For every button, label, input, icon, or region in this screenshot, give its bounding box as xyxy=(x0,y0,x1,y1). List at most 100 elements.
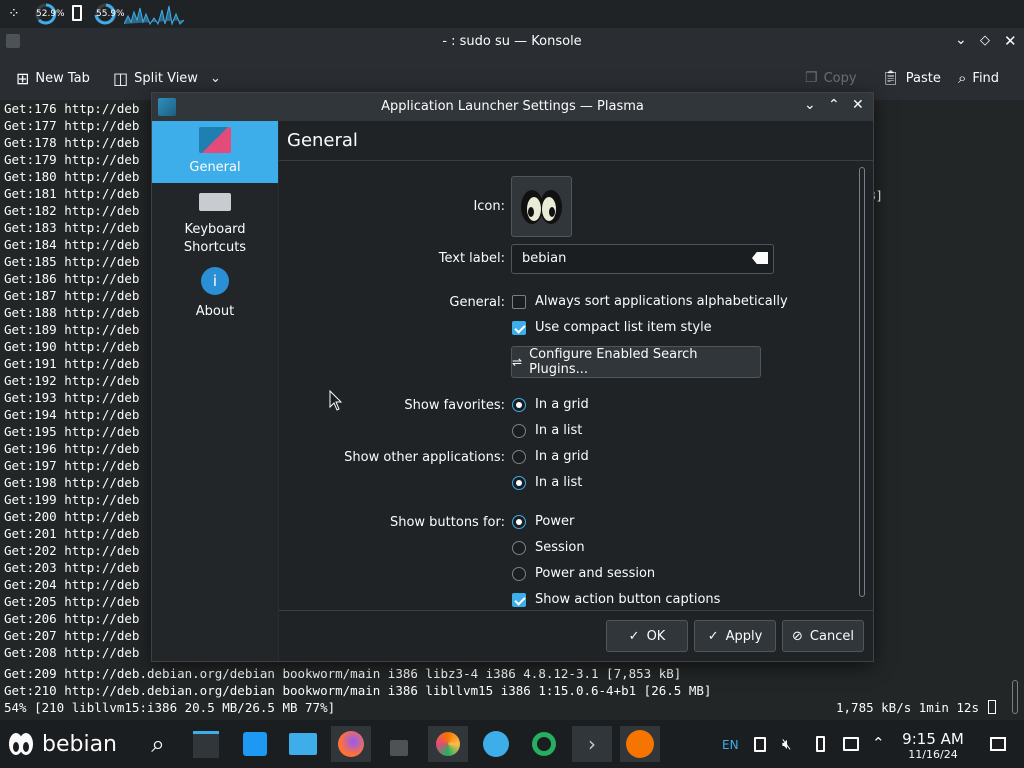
terminal-line: Get:196 http://deb xyxy=(4,441,140,456)
network-icon[interactable] xyxy=(843,737,859,751)
find-label: Find xyxy=(972,70,1000,86)
memory-monitor[interactable]: 55.9% xyxy=(92,3,125,25)
file-manager-task[interactable] xyxy=(283,726,323,762)
page-header-divider xyxy=(279,160,873,161)
paste-button[interactable]: 📋︎ Paste xyxy=(882,56,941,100)
application-launcher[interactable]: bebian xyxy=(6,726,117,762)
terminal-line: Get:204 http://deb xyxy=(4,577,140,592)
terminal-line: Get:183 http://deb xyxy=(4,220,140,235)
terminal-line: Get:176 http://deb xyxy=(4,101,140,116)
firefox-task[interactable] xyxy=(331,726,371,762)
sidebar-item-general[interactable]: General xyxy=(152,121,278,183)
buttons-power-radio[interactable]: Power xyxy=(512,514,574,529)
discover-task[interactable] xyxy=(235,726,275,762)
icon-label: Icon: xyxy=(473,199,505,214)
sort-alpha-checkbox[interactable]: Always sort applications alphabetically xyxy=(512,294,788,309)
clipboard-icon[interactable] xyxy=(754,737,766,752)
progress-left: 54% [210 libllvm15:i386 20.5 MB/26.5 MB … xyxy=(4,700,336,715)
buttons-power-session-radio[interactable]: Power and session xyxy=(512,566,655,581)
sidebar-item-label: Keyboard Shortcuts xyxy=(183,222,247,255)
search-icon: ⌕ xyxy=(958,69,967,87)
minimize-icon[interactable]: ⌄ xyxy=(804,97,816,113)
icon-button[interactable] xyxy=(511,176,572,237)
dialog-titlebar[interactable]: Application Launcher Settings — Plasma ⌄… xyxy=(152,93,873,121)
settings-icon xyxy=(193,730,219,758)
search-task[interactable]: ⌕ xyxy=(138,726,178,762)
split-view-icon: ◫ xyxy=(113,68,129,88)
check-icon: ✓ xyxy=(707,628,719,644)
copy-label: Copy xyxy=(823,70,857,86)
favorites-grid-radio[interactable]: In a grid xyxy=(512,397,589,412)
memory-percent: 55.9% xyxy=(96,9,125,19)
maximize-icon[interactable]: ◇ xyxy=(980,33,990,48)
paint-icon xyxy=(436,732,460,756)
radio-circle xyxy=(512,423,526,438)
copy-icon: ❐ xyxy=(805,70,818,86)
content-scrollbar[interactable] xyxy=(859,167,865,597)
cancel-button[interactable]: ⊘ Cancel xyxy=(782,620,864,652)
favorites-list-label: In a list xyxy=(535,423,583,438)
show-captions-checkbox[interactable]: Show action button captions xyxy=(512,592,720,607)
terminal-line: Get:184 http://deb xyxy=(4,237,140,252)
keyboard-layout[interactable]: EN xyxy=(722,738,739,752)
battery-icon[interactable] xyxy=(816,736,825,752)
compact-list-checkbox[interactable]: Use compact list item style xyxy=(512,320,712,335)
minimize-icon[interactable]: ⌄ xyxy=(955,32,967,48)
favorites-list-radio[interactable]: In a list xyxy=(512,423,582,438)
terminal-line-210: Get:210 http://deb.debian.org/debian boo… xyxy=(4,683,712,698)
ok-button[interactable]: ✓ OK xyxy=(606,620,688,652)
sidebar-item-keyboard-shortcuts[interactable]: Keyboard Shortcuts xyxy=(152,189,278,261)
updates-task[interactable] xyxy=(524,726,564,762)
radio-circle xyxy=(512,449,526,464)
konsole-titlebar[interactable]: - : sudo su — Konsole ⌄ ◇ ✕ xyxy=(0,28,1024,56)
terminal-line: Get:207 http://deb xyxy=(4,628,140,643)
konsole-task[interactable]: › xyxy=(572,726,612,762)
clock-time[interactable]: 9:15 AM xyxy=(900,730,966,748)
terminal-line: Get:206 http://deb xyxy=(4,611,140,626)
buttons-session-radio[interactable]: Session xyxy=(512,540,585,555)
maximize-icon[interactable]: ⌃ xyxy=(828,97,840,113)
find-button[interactable]: ⌕ Find xyxy=(958,56,999,100)
bebian-logo-icon xyxy=(521,190,562,224)
cpu-monitor[interactable]: 52.9% xyxy=(32,3,65,25)
sidebar-item-about[interactable]: i About xyxy=(152,267,278,323)
other-grid-radio[interactable]: In a grid xyxy=(512,449,589,464)
other-list-radio[interactable]: In a list xyxy=(512,475,582,490)
lock-icon xyxy=(390,740,408,756)
volume-muted-icon[interactable]: 🔇︎ xyxy=(782,735,791,753)
terminal-line: Get:191 http://deb xyxy=(4,356,140,371)
app-task[interactable] xyxy=(620,726,660,762)
show-favorites-label: Show favorites: xyxy=(404,398,505,413)
new-tab-icon: ⊞ xyxy=(16,68,30,88)
spinner-icon[interactable]: ⁘ xyxy=(8,6,20,22)
browser-task[interactable] xyxy=(476,726,516,762)
paste-icon: 📋︎ xyxy=(882,70,900,86)
configure-icon: ⇌ xyxy=(512,355,523,369)
clear-text-icon[interactable] xyxy=(752,252,768,264)
show-desktop-icon[interactable] xyxy=(990,737,1006,751)
paint-task[interactable] xyxy=(428,726,468,762)
cpu-percent: 52.9% xyxy=(36,9,65,19)
text-label-input[interactable]: bebian xyxy=(511,244,774,274)
new-tab-button[interactable]: ⊞ New Tab xyxy=(16,56,90,100)
general-label: General: xyxy=(449,295,505,310)
terminal-line: Get:181 http://deb xyxy=(4,186,140,201)
terminal-scrollbar[interactable] xyxy=(1012,680,1018,714)
memory-icon[interactable] xyxy=(72,5,82,21)
dialog-title: Application Launcher Settings — Plasma xyxy=(381,99,644,114)
terminal-line: Get:188 http://deb xyxy=(4,305,140,320)
checkbox-box xyxy=(512,592,526,607)
chevron-up-icon[interactable]: ⌃ xyxy=(872,734,885,752)
close-icon[interactable]: ✕ xyxy=(1004,32,1017,50)
configure-plugins-button[interactable]: ⇌ Configure Enabled Search Plugins... xyxy=(511,346,761,378)
check-icon: ✓ xyxy=(628,628,640,644)
apply-button[interactable]: ✓ Apply xyxy=(694,620,776,652)
system-settings-task[interactable] xyxy=(186,726,226,762)
close-icon[interactable]: ✕ xyxy=(852,97,864,113)
terminal-line: Get:200 http://deb xyxy=(4,509,140,524)
clock-date[interactable]: 11/16/24 xyxy=(900,748,966,761)
lock-task[interactable] xyxy=(379,726,419,762)
info-icon: i xyxy=(201,267,229,295)
show-other-label: Show other applications: xyxy=(344,450,505,465)
network-graph[interactable] xyxy=(123,2,185,26)
